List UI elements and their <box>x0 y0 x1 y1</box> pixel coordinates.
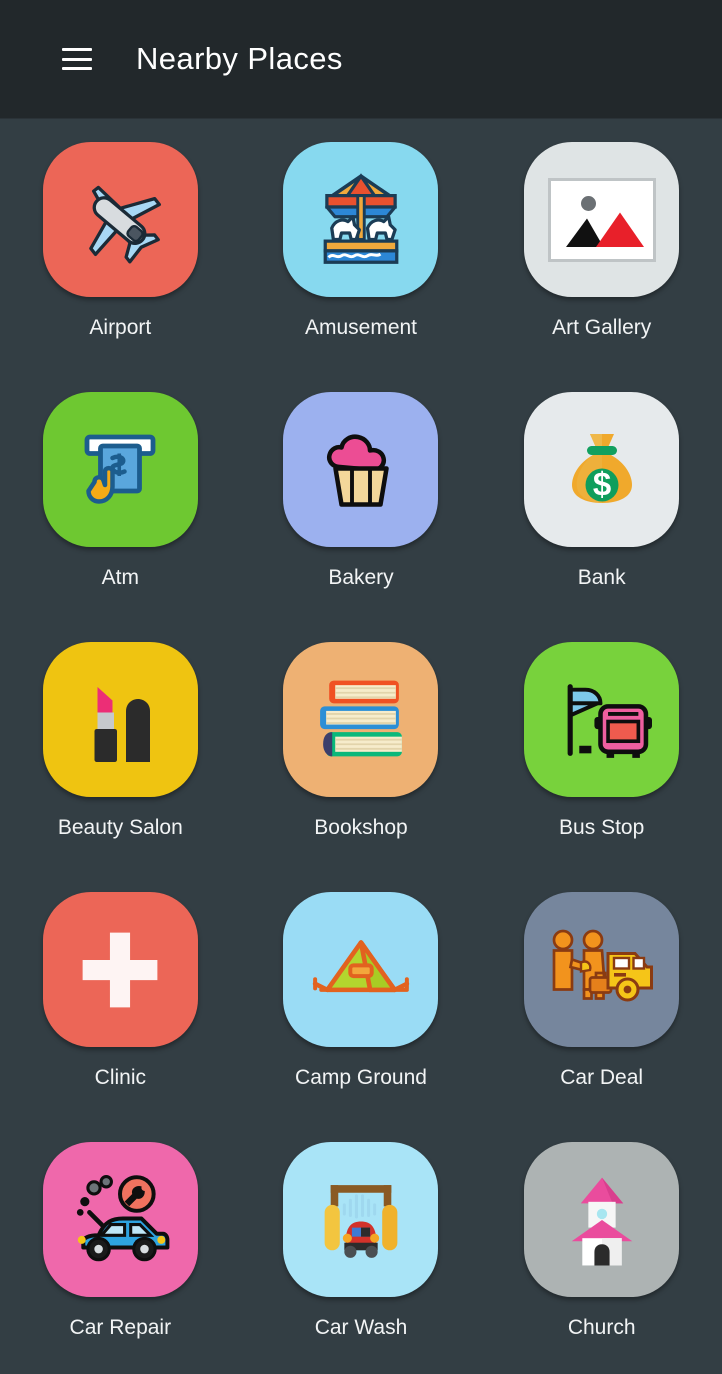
place-label: Amusement <box>304 316 418 339</box>
place-label: Clinic <box>94 1066 146 1089</box>
place-label: Camp Ground <box>295 1066 427 1089</box>
medical-cross-icon[interactable] <box>42 892 198 1047</box>
app-bar: Nearby Places <box>0 0 722 118</box>
place-item[interactable]: Camp Ground <box>241 874 482 1124</box>
car-wash-icon[interactable] <box>283 1142 439 1297</box>
airplane-icon[interactable] <box>42 142 198 297</box>
place-label: Car Repair <box>69 1316 172 1339</box>
place-item[interactable]: Art Gallery <box>481 124 722 374</box>
place-item[interactable]: Atm <box>0 374 241 624</box>
place-label: Art Gallery <box>552 316 652 339</box>
place-item[interactable]: Car Wash <box>241 1124 482 1374</box>
tent-icon[interactable] <box>283 892 439 1047</box>
place-label: Bank <box>577 566 626 589</box>
bus-stop-icon[interactable] <box>524 642 680 797</box>
place-item[interactable]: Bakery <box>241 374 482 624</box>
place-label: Church <box>567 1316 636 1339</box>
place-label: Car Wash <box>314 1316 408 1339</box>
lipstick-icon[interactable] <box>42 642 198 797</box>
page-title: Nearby Places <box>136 41 343 76</box>
atm-machine-icon[interactable] <box>42 392 198 547</box>
places-grid: Airport Amusement Art Gallery Atm Bakery… <box>0 118 722 1374</box>
hamburger-menu-icon[interactable] <box>62 48 92 70</box>
place-item[interactable]: Amusement <box>241 124 482 374</box>
place-item[interactable]: Clinic <box>0 874 241 1124</box>
place-label: Bookshop <box>314 816 408 839</box>
cupcake-icon[interactable] <box>283 392 439 547</box>
place-label: Car Deal <box>560 1066 644 1089</box>
money-bag-icon[interactable]: $ <box>524 392 680 547</box>
place-label: Atm <box>101 566 139 589</box>
place-label: Bakery <box>328 566 394 589</box>
place-item[interactable]: Bookshop <box>241 624 482 874</box>
place-label: Beauty Salon <box>57 816 183 839</box>
svg-text:$: $ <box>592 465 610 502</box>
place-item[interactable]: Car Repair <box>0 1124 241 1374</box>
place-item[interactable]: Bus Stop <box>481 624 722 874</box>
place-item[interactable]: Beauty Salon <box>0 624 241 874</box>
place-item[interactable]: Church <box>481 1124 722 1374</box>
car-repair-icon[interactable] <box>42 1142 198 1297</box>
place-label: Airport <box>89 316 152 339</box>
books-stack-icon[interactable] <box>283 642 439 797</box>
church-icon[interactable] <box>524 1142 680 1297</box>
car-dealer-icon[interactable] <box>524 892 680 1047</box>
place-item[interactable]: Airport <box>0 124 241 374</box>
picture-frame-icon[interactable] <box>524 142 680 297</box>
place-item[interactable]: Car Deal <box>481 874 722 1124</box>
carousel-icon[interactable] <box>283 142 439 297</box>
place-item[interactable]: $ Bank <box>481 374 722 624</box>
place-label: Bus Stop <box>559 816 645 839</box>
